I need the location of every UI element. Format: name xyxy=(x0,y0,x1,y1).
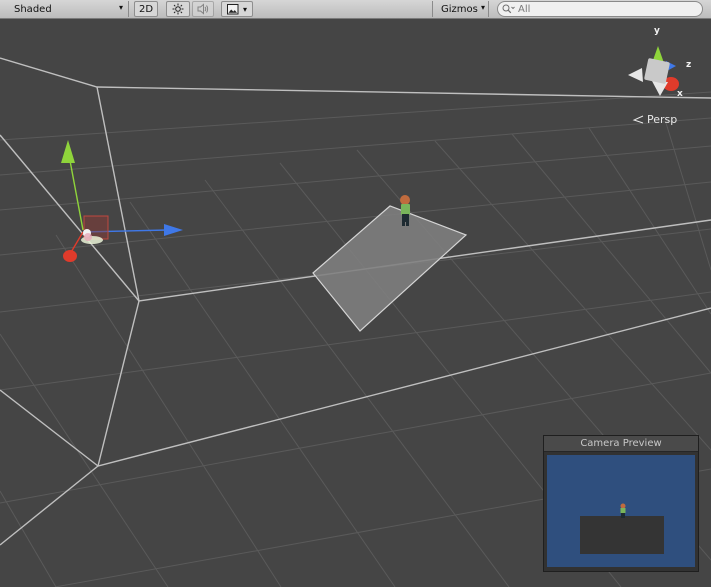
move-tool-gizmo xyxy=(61,140,183,262)
dropdown-arrow-icon: ▾ xyxy=(480,3,485,12)
scene-effects-dropdown[interactable]: ▾ xyxy=(221,1,253,17)
camera-preview-panel: Camera Preview xyxy=(543,435,699,572)
2d-label: 2D xyxy=(138,3,154,15)
scene-lighting-button[interactable] xyxy=(166,1,190,17)
y-axis-label: y xyxy=(654,26,660,36)
dropdown-arrow-icon: ▾ xyxy=(242,4,247,14)
gizmos-label: Gizmos xyxy=(441,3,478,15)
scene-toolbar: Shaded ▾ 2D ▾ Gizmos ▾ All xyxy=(0,0,711,19)
dropdown-arrow-icon: ▾ xyxy=(118,3,123,12)
projection-mode-label[interactable]: Persp xyxy=(647,113,677,126)
search-icon xyxy=(502,4,515,14)
z-axis-label: z xyxy=(686,60,692,70)
gizmos-dropdown[interactable]: Gizmos ▾ xyxy=(432,1,489,17)
search-placeholder: All xyxy=(518,3,531,15)
persp-arrows-icon xyxy=(632,115,644,124)
unity-scene-view: Shaded ▾ 2D ▾ Gizmos ▾ All y z x Persp C… xyxy=(0,0,711,587)
scene-audio-button[interactable] xyxy=(192,1,214,17)
shading-mode-label: Shaded xyxy=(14,3,52,15)
x-axis-label: x xyxy=(677,89,683,99)
preview-platform xyxy=(580,516,664,554)
scene-search-field[interactable]: All xyxy=(497,1,703,17)
2d-toggle-button[interactable]: 2D xyxy=(134,1,158,17)
speaker-icon xyxy=(197,3,209,15)
orientation-gizmo xyxy=(628,46,679,96)
sun-icon xyxy=(172,3,184,15)
preview-player-sprite xyxy=(620,503,626,518)
camera-preview-title: Camera Preview xyxy=(544,436,698,452)
shading-mode-dropdown[interactable]: Shaded ▾ xyxy=(6,1,129,17)
ground-plane-quad xyxy=(312,205,468,332)
camera-preview-image xyxy=(547,455,695,567)
image-icon xyxy=(226,3,239,14)
